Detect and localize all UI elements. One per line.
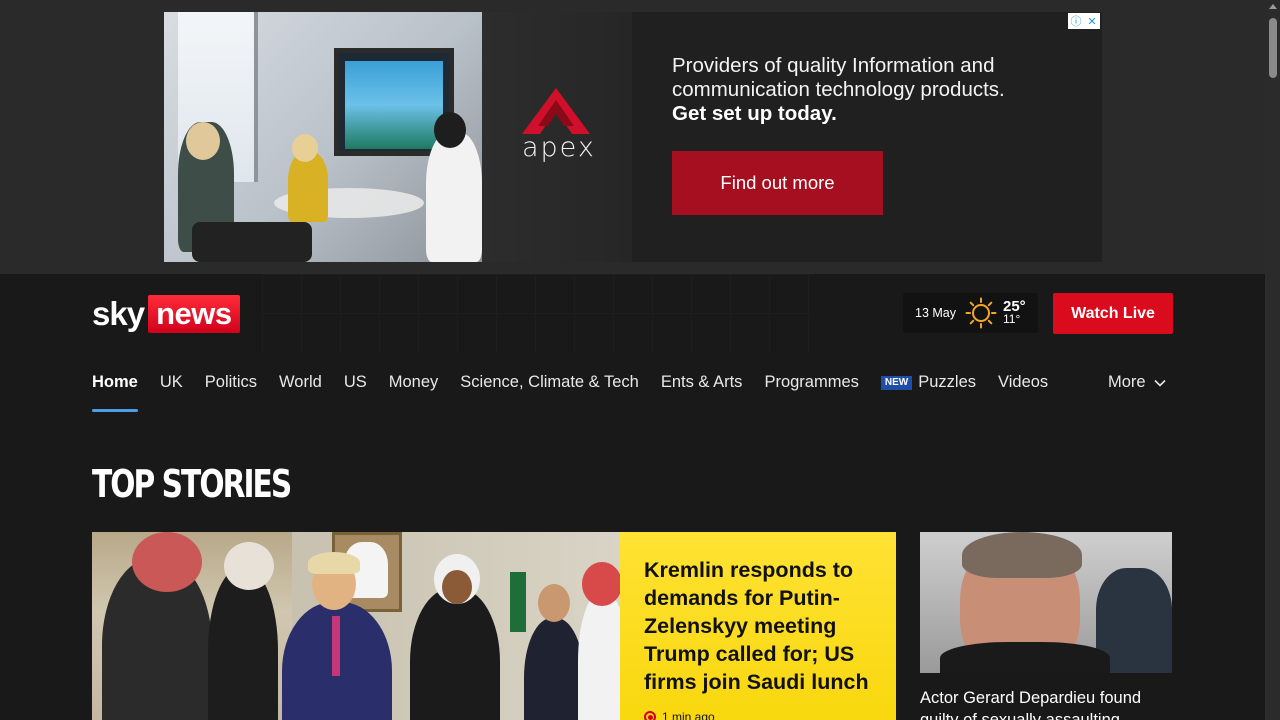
- section-title: TOP STORIES: [92, 462, 292, 506]
- ad-copy-line2: communication technology products.: [672, 78, 1005, 101]
- nav-more-label: More: [1108, 373, 1146, 391]
- lead-story-headline[interactable]: Kremlin responds to demands for Putin-Ze…: [644, 556, 876, 696]
- ad-choices[interactable]: ⓘ ✕: [1068, 13, 1100, 29]
- nav-item-puzzles[interactable]: NEW Puzzles: [880, 370, 977, 412]
- chevron-down-icon: [1154, 379, 1166, 387]
- ad-banner[interactable]: apex Providers of quality Information an…: [164, 12, 1102, 262]
- nav-item-science[interactable]: Science, Climate & Tech: [460, 370, 639, 412]
- nav-item-uk[interactable]: UK: [160, 370, 183, 412]
- ad-copy-line1: Providers of quality Information and: [672, 54, 995, 77]
- sun-icon: [965, 297, 997, 329]
- nav-item-money[interactable]: Money: [389, 370, 439, 412]
- new-badge: NEW: [880, 376, 913, 390]
- ad-find-out-more-button[interactable]: Find out more: [672, 151, 883, 215]
- lead-story-timestamp: 1 min ago: [644, 710, 876, 720]
- main-nav: Home UK Politics World US Money Science,…: [92, 370, 1070, 412]
- ad-copy-line3: Get set up today.: [672, 102, 837, 125]
- lead-story-time: 1 min ago: [662, 710, 715, 720]
- side-story-headline[interactable]: Actor Gerard Depardieu found guilty of s…: [920, 687, 1172, 720]
- logo-news-text: news: [148, 295, 240, 333]
- weather-date: 13 May: [915, 306, 956, 320]
- nav-more-button[interactable]: More: [1108, 373, 1166, 392]
- nav-item-us[interactable]: US: [344, 370, 367, 412]
- weather-temps: 25° 11°: [1003, 299, 1026, 326]
- nav-item-programmes[interactable]: Programmes: [764, 370, 858, 412]
- lead-story-card[interactable]: Kremlin responds to demands for Putin-Ze…: [92, 532, 896, 720]
- weather-widget[interactable]: 13 May 25° 11°: [903, 293, 1038, 333]
- ad-brand: apex: [522, 132, 596, 163]
- watch-live-button[interactable]: Watch Live: [1053, 293, 1173, 334]
- ad-copy: Providers of quality Information and com…: [672, 54, 1072, 126]
- nav-item-videos[interactable]: Videos: [998, 370, 1048, 412]
- ad-close-icon[interactable]: ✕: [1084, 13, 1100, 29]
- sky-news-logo[interactable]: sky news: [92, 295, 240, 333]
- apex-logo-icon: [516, 86, 596, 136]
- logo-sky-text: sky: [92, 295, 145, 332]
- ad-banner-area: apex Providers of quality Information an…: [0, 0, 1265, 274]
- lead-story-panel: Kremlin responds to demands for Putin-Ze…: [620, 532, 896, 720]
- side-story-image: [920, 532, 1172, 673]
- scrollbar-thumb[interactable]: [1269, 18, 1277, 78]
- nav-item-home[interactable]: Home: [92, 370, 138, 412]
- ad-info-icon[interactable]: ⓘ: [1068, 13, 1084, 29]
- scroll-up-arrow-icon[interactable]: [1269, 4, 1277, 9]
- side-story-card[interactable]: Actor Gerard Depardieu found guilty of s…: [920, 532, 1172, 720]
- temp-low: 11°: [1003, 312, 1021, 326]
- scrollbar[interactable]: [1265, 0, 1280, 720]
- lead-story-image: [92, 532, 620, 720]
- nav-item-ents-arts[interactable]: Ents & Arts: [661, 370, 743, 412]
- nav-item-puzzles-label: Puzzles: [918, 373, 977, 391]
- ad-photo: [164, 12, 482, 262]
- nav-item-world[interactable]: World: [279, 370, 322, 412]
- site-header: sky news 13 May 25° 11° Watch Live Home …: [0, 274, 1265, 720]
- nav-item-politics[interactable]: Politics: [205, 370, 257, 412]
- live-indicator-icon: [644, 711, 656, 720]
- header-pattern: [262, 274, 812, 352]
